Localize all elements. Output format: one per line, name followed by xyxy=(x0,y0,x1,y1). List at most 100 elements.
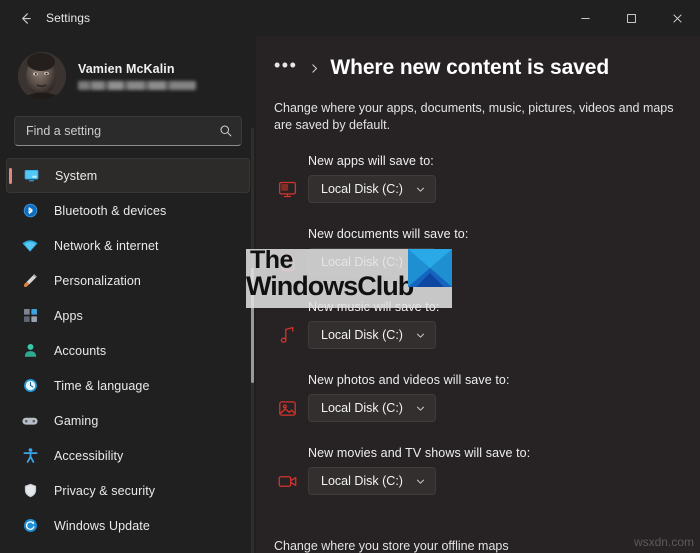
page-title: Where new content is saved xyxy=(330,56,610,79)
setting-label: New apps will save to: xyxy=(308,154,434,168)
sidebar-item-label: System xyxy=(55,168,98,183)
sidebar-item-label: Privacy & security xyxy=(54,483,156,498)
sidebar-item-label: Personalization xyxy=(54,273,141,288)
window-title: Settings xyxy=(46,11,91,25)
shield-icon xyxy=(20,481,40,501)
save-locations-list: New apps will save to: Local Disk (C:) N… xyxy=(266,154,682,495)
minimize-icon xyxy=(580,13,591,24)
music-note-icon xyxy=(274,322,300,348)
account-section[interactable]: Vamien McKalin xyxy=(0,36,256,112)
setting-label: New music will save to: xyxy=(308,300,440,314)
dropdown-value: Local Disk (C:) xyxy=(321,401,403,415)
document-icon xyxy=(274,249,300,275)
setting-row: Local Disk (C:) xyxy=(274,467,682,495)
apps-save-location-dropdown[interactable]: Local Disk (C:) xyxy=(308,175,436,203)
accessibility-icon xyxy=(20,446,40,466)
sidebar-item-label: Apps xyxy=(54,308,83,323)
movies-tv-save-location-dropdown[interactable]: Local Disk (C:) xyxy=(308,467,436,495)
maximize-button[interactable] xyxy=(608,0,654,36)
sidebar-item-privacy-security[interactable]: Privacy & security xyxy=(6,473,250,508)
setting-label: New movies and TV shows will save to: xyxy=(308,446,531,460)
setting-group-apps: New apps will save to: Local Disk (C:) xyxy=(274,154,682,203)
close-icon xyxy=(672,13,683,24)
account-email-redacted xyxy=(78,81,196,90)
dropdown-value: Local Disk (C:) xyxy=(321,474,403,488)
sidebar-item-accessibility[interactable]: Accessibility xyxy=(6,438,250,473)
sidebar-item-windows-update[interactable]: Windows Update xyxy=(6,508,250,543)
sidebar-item-accounts[interactable]: Accounts xyxy=(6,333,250,368)
page-description: Change where your apps, documents, music… xyxy=(274,101,674,132)
chevron-down-icon xyxy=(415,330,426,341)
sidebar-item-label: Accounts xyxy=(54,343,107,358)
sidebar-scrollbar-thumb[interactable] xyxy=(251,268,254,383)
close-button[interactable] xyxy=(654,0,700,36)
setting-group-movies-tv: New movies and TV shows will save to: Lo… xyxy=(274,446,682,495)
photo-icon xyxy=(274,395,300,421)
search-container: Find a setting xyxy=(0,112,256,158)
account-name: Vamien McKalin xyxy=(78,62,175,76)
video-camera-icon xyxy=(274,468,300,494)
person-icon xyxy=(20,341,40,361)
chevron-down-icon xyxy=(415,476,426,487)
chevron-right-icon xyxy=(308,62,321,75)
search-input[interactable]: Find a setting xyxy=(14,116,242,146)
sidebar-item-gaming[interactable]: Gaming xyxy=(6,403,250,438)
main-content: ••• Where new content is saved Change wh… xyxy=(256,36,700,553)
avatar-photo xyxy=(18,52,66,100)
sidebar: Vamien McKalin Find a setting System Blu… xyxy=(0,36,256,553)
dropdown-value: Local Disk (C:) xyxy=(321,182,403,196)
sidebar-item-label: Gaming xyxy=(54,413,99,428)
setting-row: Local Disk (C:) xyxy=(274,321,682,349)
sidebar-item-apps[interactable]: Apps xyxy=(6,298,250,333)
monitor-icon xyxy=(21,166,41,186)
chevron-down-icon xyxy=(415,257,426,268)
sidebar-item-bluetooth-devices[interactable]: Bluetooth & devices xyxy=(6,193,250,228)
sidebar-item-personalization[interactable]: Personalization xyxy=(6,263,250,298)
documents-save-location-dropdown[interactable]: Local Disk (C:) xyxy=(308,248,436,276)
breadcrumb-overflow-button[interactable]: ••• xyxy=(274,56,297,80)
refresh-icon xyxy=(20,516,40,536)
setting-label: New documents will save to: xyxy=(308,227,469,241)
setting-row: Local Disk (C:) xyxy=(274,175,682,203)
maximize-icon xyxy=(626,13,637,24)
sidebar-item-label: Bluetooth & devices xyxy=(54,203,167,218)
sidebar-item-label: Windows Update xyxy=(54,518,150,533)
sidebar-nav: System Bluetooth & devices Network & int… xyxy=(0,158,256,543)
chevron-down-icon xyxy=(415,403,426,414)
back-button[interactable] xyxy=(8,3,42,33)
dropdown-value: Local Disk (C:) xyxy=(321,328,403,342)
search-icon[interactable] xyxy=(219,124,233,138)
setting-row: Local Disk (C:) xyxy=(274,394,682,422)
account-info: Vamien McKalin xyxy=(78,62,196,90)
chevron-down-icon xyxy=(415,184,426,195)
app-monitor-icon xyxy=(274,176,300,202)
arrow-left-icon xyxy=(18,11,33,26)
avatar xyxy=(18,52,66,100)
photos-videos-save-location-dropdown[interactable]: Local Disk (C:) xyxy=(308,394,436,422)
paintbrush-icon xyxy=(20,271,40,291)
sidebar-item-network-internet[interactable]: Network & internet xyxy=(6,228,250,263)
sidebar-scrollbar[interactable] xyxy=(251,128,254,553)
wifi-icon xyxy=(20,236,40,256)
breadcrumb: ••• Where new content is saved xyxy=(266,36,682,86)
offline-maps-text: Change where you store your offline maps xyxy=(274,539,509,553)
sidebar-item-label: Network & internet xyxy=(54,238,159,253)
setting-label: New photos and videos will save to: xyxy=(308,373,510,387)
sidebar-item-label: Time & language xyxy=(54,378,150,393)
sidebar-item-system[interactable]: System xyxy=(6,158,250,193)
apps-grid-icon xyxy=(20,306,40,326)
clock-icon xyxy=(20,376,40,396)
setting-group-music: New music will save to: Local Disk (C:) xyxy=(274,300,682,349)
dropdown-value: Local Disk (C:) xyxy=(321,255,403,269)
setting-group-documents: New documents will save to: Local Disk (… xyxy=(274,227,682,276)
sidebar-item-time-language[interactable]: Time & language xyxy=(6,368,250,403)
music-save-location-dropdown[interactable]: Local Disk (C:) xyxy=(308,321,436,349)
minimize-button[interactable] xyxy=(562,0,608,36)
bluetooth-icon xyxy=(20,201,40,221)
settings-window: Settings Vamien McKalin Find a setting S… xyxy=(0,0,700,553)
gamepad-icon xyxy=(20,411,40,431)
search-placeholder: Find a setting xyxy=(26,124,102,138)
sidebar-item-label: Accessibility xyxy=(54,448,124,463)
setting-row: Local Disk (C:) xyxy=(274,248,682,276)
title-bar: Settings xyxy=(0,0,700,36)
